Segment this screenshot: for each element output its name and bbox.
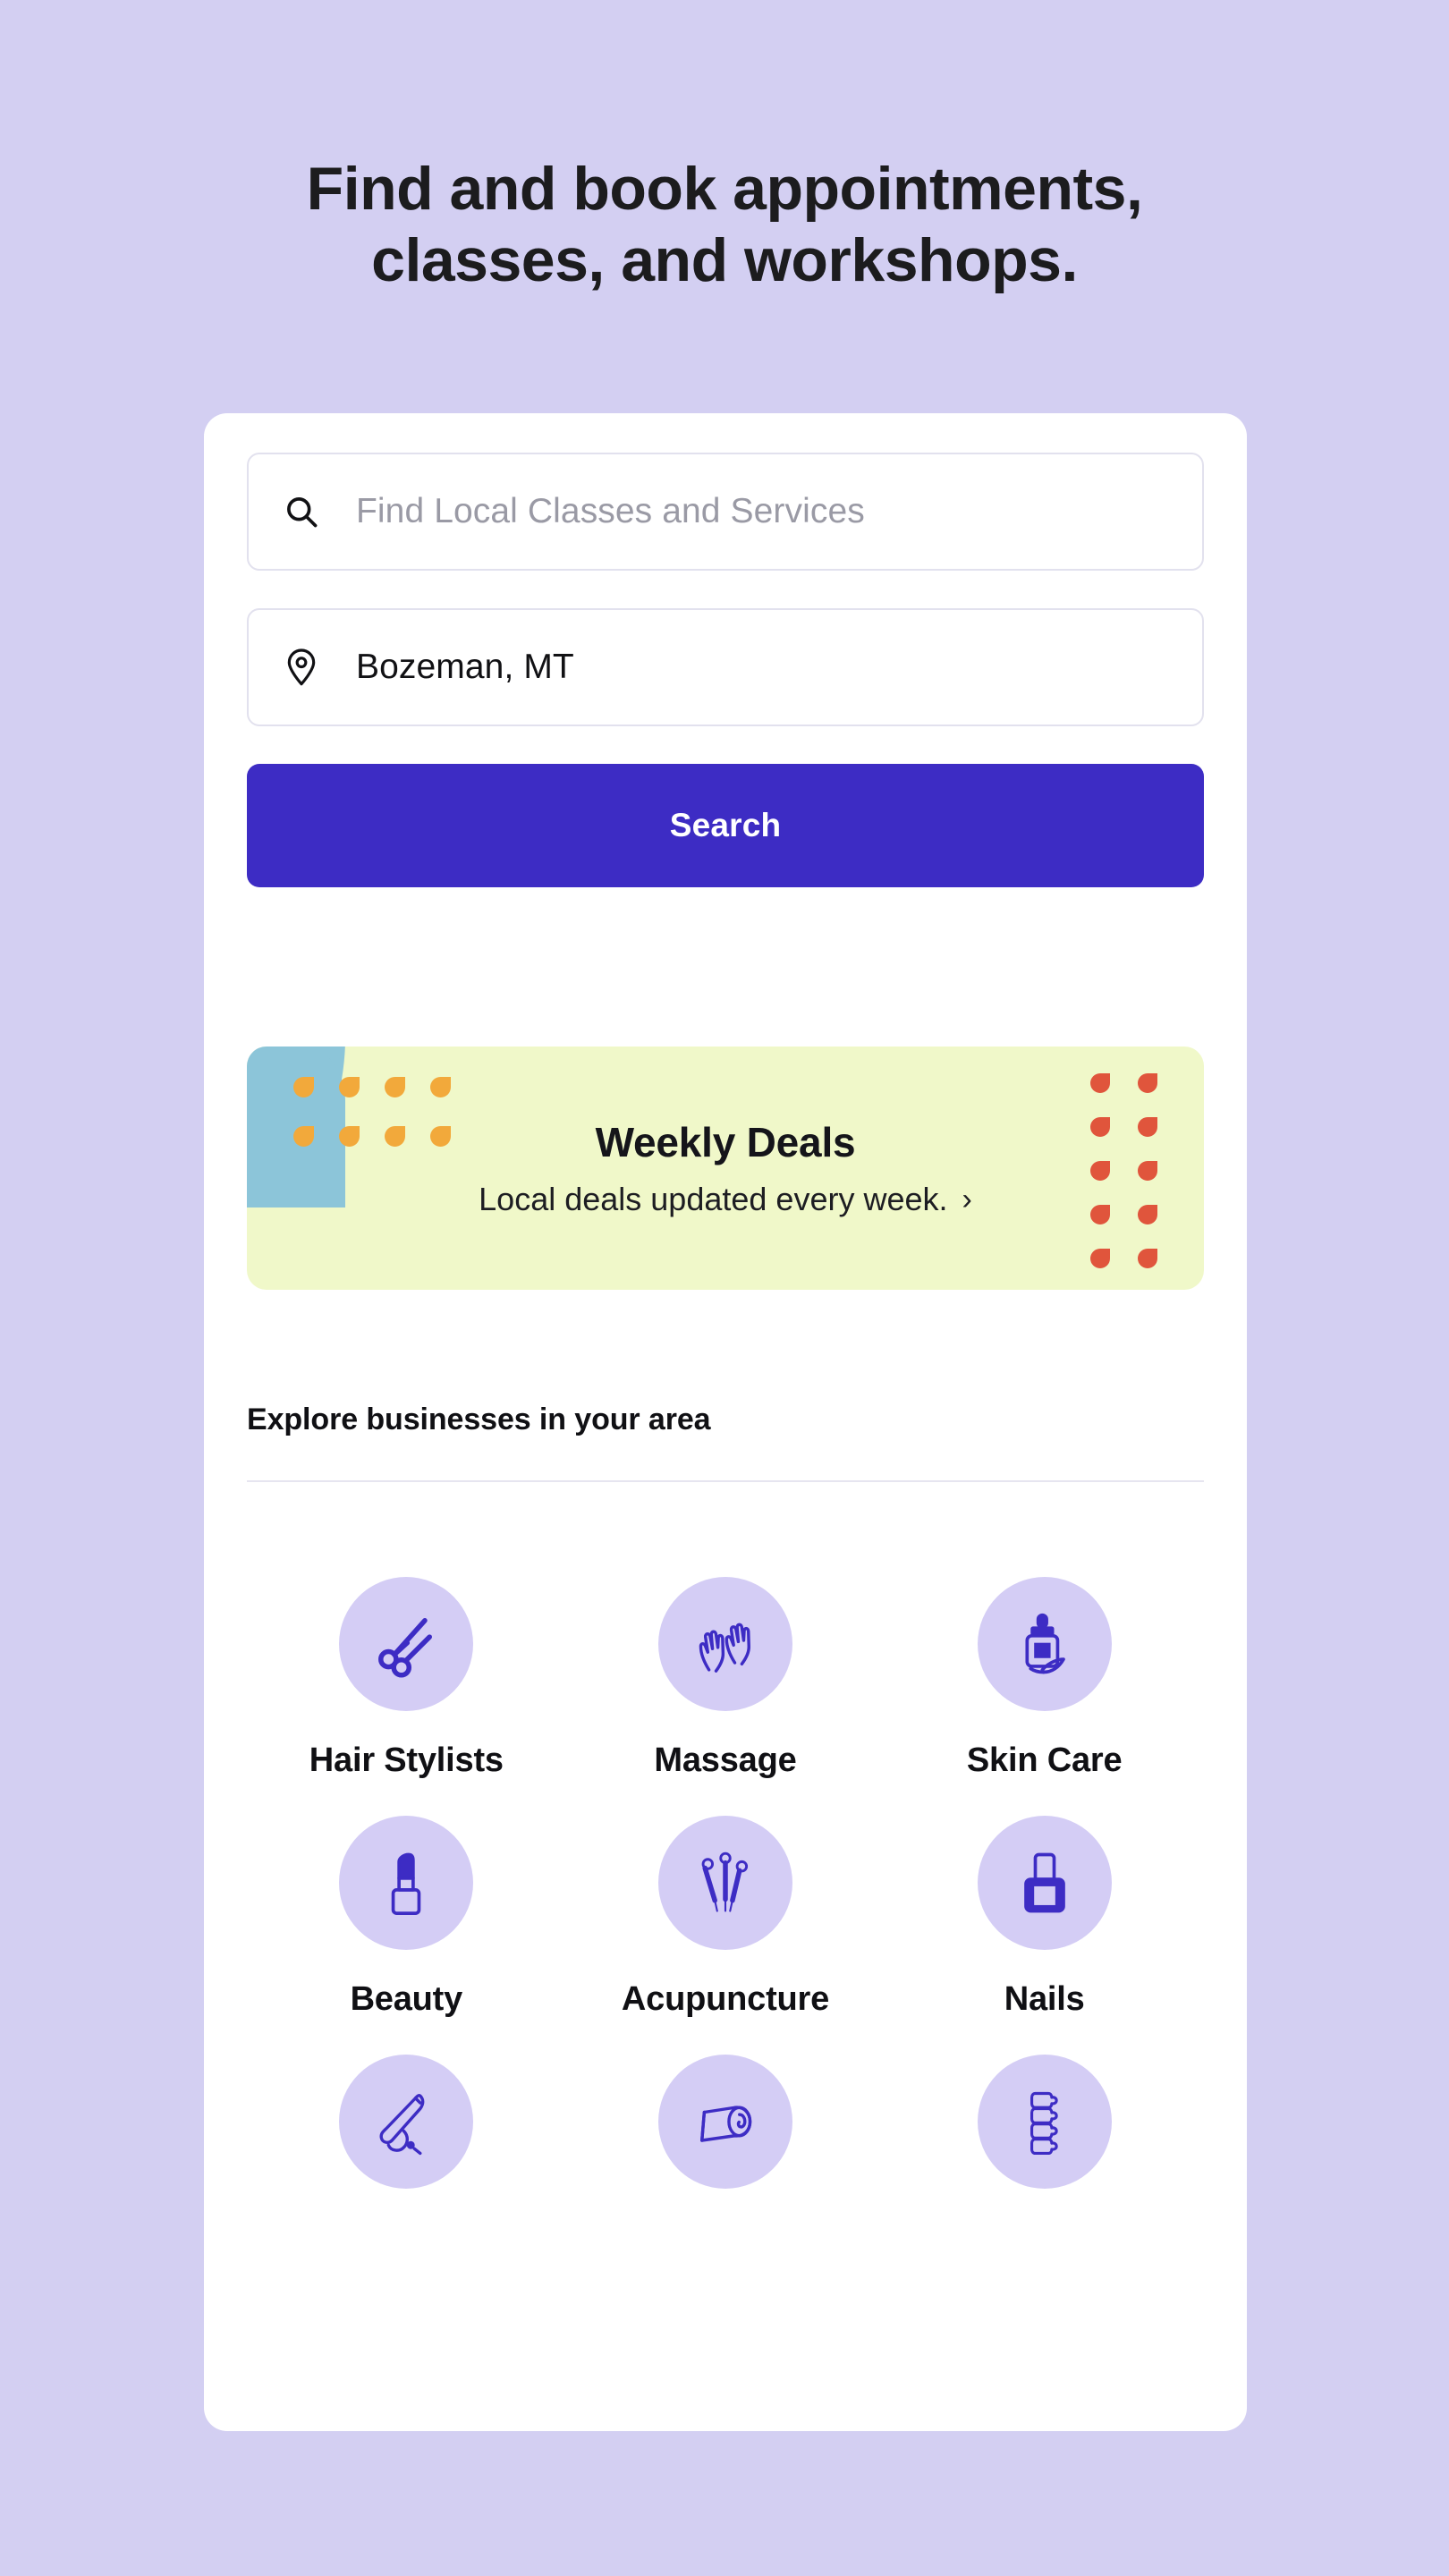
category-item-skin-care[interactable]: Skin Care xyxy=(885,1577,1204,1780)
category-item-waxing[interactable] xyxy=(247,2055,566,2189)
category-item-nails[interactable]: Nails xyxy=(885,1816,1204,2019)
acupuncture-needles-icon xyxy=(657,1816,792,1950)
category-item-chiropractic[interactable] xyxy=(885,2055,1204,2189)
serum-dropper-bottle-icon xyxy=(977,1577,1112,1711)
explore-divider xyxy=(247,1480,1204,1482)
category-label: Massage xyxy=(654,1741,797,1779)
page-title: Find and book appointments, classes, and… xyxy=(0,154,1449,296)
spine-icon xyxy=(977,2055,1112,2189)
map-pin-icon xyxy=(281,647,322,688)
weekly-deals-title: Weekly Deals xyxy=(595,1119,856,1165)
app-screenshot: Find and book appointments, classes, and… xyxy=(0,0,1449,2576)
search-button[interactable]: Search xyxy=(247,764,1204,887)
explore-heading: Explore businesses in your area xyxy=(247,1402,711,1436)
weekly-deals-subtitle-row: Local deals updated every week. › xyxy=(479,1181,972,1218)
category-label: Beauty xyxy=(350,1980,463,2018)
lipstick-icon xyxy=(339,1816,474,1950)
waxing-spatula-icon xyxy=(339,2055,474,2189)
category-label: Hair Stylists xyxy=(309,1741,504,1779)
category-item-yoga[interactable] xyxy=(566,2055,886,2189)
location-input-value: Bozeman, MT xyxy=(356,648,574,686)
app-preview-card: Find Local Classes and Services Bozeman,… xyxy=(204,413,1247,2431)
category-item-acupuncture[interactable]: Acupuncture xyxy=(566,1816,886,2019)
category-item-hair-stylists[interactable]: Hair Stylists xyxy=(247,1577,566,1780)
hands-icon xyxy=(657,1577,792,1711)
category-grid: Hair Stylists Massage Skin Care Beauty A… xyxy=(247,1577,1204,2189)
weekly-deals-content: Weekly Deals Local deals updated every w… xyxy=(247,1046,1204,1290)
category-label: Acupuncture xyxy=(621,1980,830,2018)
category-label: Skin Care xyxy=(966,1741,1123,1779)
category-item-massage[interactable]: Massage xyxy=(566,1577,886,1780)
weekly-deals-subtitle: Local deals updated every week. xyxy=(479,1181,948,1217)
category-label: Nails xyxy=(1004,1980,1085,2018)
nail-polish-icon xyxy=(977,1816,1112,1950)
search-icon xyxy=(281,491,322,532)
location-input[interactable]: Bozeman, MT xyxy=(247,608,1204,726)
chevron-right-icon[interactable]: › xyxy=(962,1184,972,1215)
weekly-deals-banner[interactable]: Weekly Deals Local deals updated every w… xyxy=(247,1046,1204,1290)
page-title-line-2: classes, and workshops. xyxy=(371,225,1078,294)
search-input-placeholder: Find Local Classes and Services xyxy=(356,492,865,530)
search-input[interactable]: Find Local Classes and Services xyxy=(247,453,1204,571)
scissors-icon xyxy=(339,1577,474,1711)
page-title-line-1: Find and book appointments, xyxy=(306,155,1143,223)
category-item-beauty[interactable]: Beauty xyxy=(247,1816,566,2019)
rolled-mat-icon xyxy=(657,2055,792,2189)
